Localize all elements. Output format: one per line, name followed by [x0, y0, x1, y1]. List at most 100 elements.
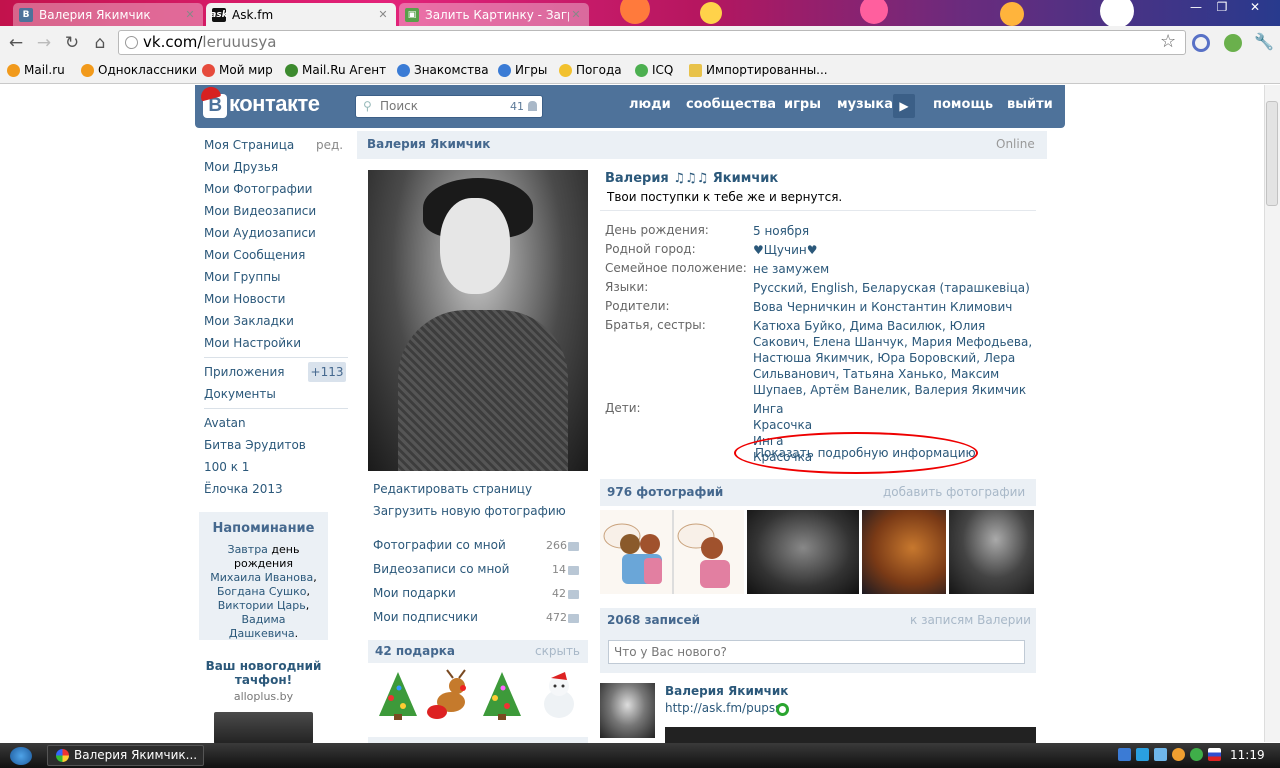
bookmark-item[interactable]: ICQ: [635, 63, 673, 77]
edit-page-link[interactable]: Редактировать страницу: [373, 482, 532, 496]
nav-games[interactable]: игры: [784, 97, 821, 112]
upload-photo-link[interactable]: Загрузить новую фотографию: [373, 504, 566, 518]
menu-friends[interactable]: Мои Друзья: [204, 160, 278, 174]
reminder-person-link[interactable]: Виктории Царь: [218, 599, 306, 612]
wall-post-input[interactable]: Что у Вас нового?: [608, 640, 1025, 664]
reminder-person-link[interactable]: Богдана Сушко: [217, 585, 306, 598]
menu-my-page[interactable]: Моя Страница: [204, 138, 294, 152]
taskbar-window-button[interactable]: Валерия Якимчик...: [47, 745, 204, 766]
language-flag-icon[interactable]: [1208, 748, 1221, 761]
tray-icon[interactable]: [1136, 748, 1149, 761]
bookmark-item[interactable]: Игры: [498, 63, 547, 77]
edit-link[interactable]: ред.: [316, 138, 343, 152]
nav-logout[interactable]: выйти: [1007, 97, 1053, 112]
tab-askfm[interactable]: ask Ask.fm ✕: [206, 3, 396, 26]
my-followers-link[interactable]: Мои подписчики: [373, 610, 478, 624]
nav-music[interactable]: музыка: [837, 97, 893, 112]
post-avatar[interactable]: [600, 683, 655, 738]
menu-videos[interactable]: Мои Видеозаписи: [204, 204, 316, 218]
add-photos-link[interactable]: добавить фотографии: [883, 485, 1025, 499]
menu-audios[interactable]: Мои Аудиозаписи: [204, 226, 316, 240]
ad-image[interactable]: [214, 712, 313, 744]
tab-image-host[interactable]: ▣ Залить Картинку - Загру: ✕: [399, 3, 589, 26]
post-link[interactable]: http://ask.fm/pupss: [665, 701, 781, 715]
reminder-person-link[interactable]: Вадима Дашкевича: [229, 613, 295, 640]
menu-news[interactable]: Мои Новости: [204, 292, 285, 306]
gifts-title[interactable]: 42 подарка: [375, 644, 455, 658]
info-value[interactable]: Русский, English, Беларуская (тарашкевіц…: [753, 280, 1033, 296]
bookmark-item[interactable]: Одноклассники: [81, 63, 197, 77]
bookmark-item[interactable]: Mail.Ru Агент: [285, 63, 386, 77]
reindeer-gift-icon[interactable]: [425, 668, 471, 722]
address-bar[interactable]: vk.com/leruuusya: [118, 30, 1186, 55]
photo-thumbnail[interactable]: [600, 510, 744, 594]
maximize-icon[interactable]: ❐: [1210, 0, 1234, 16]
back-icon[interactable]: ←: [5, 33, 27, 53]
menu-apps[interactable]: Приложения: [204, 365, 285, 379]
photo-thumbnail[interactable]: [747, 510, 859, 594]
christmas-tree-gift-icon[interactable]: [479, 668, 525, 722]
tab-vk[interactable]: B Валерия Якимчик ✕: [13, 3, 203, 26]
home-icon[interactable]: ⌂: [89, 33, 111, 53]
polar-bear-gift-icon[interactable]: [535, 668, 581, 722]
tray-icon[interactable]: [1154, 748, 1167, 761]
reminder-tomorrow-link[interactable]: Завтра: [228, 543, 268, 556]
photos-title[interactable]: 976 фотографий: [607, 485, 723, 499]
menu-app-100k1[interactable]: 100 к 1: [204, 460, 249, 474]
menu-photos[interactable]: Мои Фотографии: [204, 182, 312, 196]
menu-settings[interactable]: Мои Настройки: [204, 336, 301, 350]
profile-status[interactable]: Твои поступки к тебе же и вернутся.: [607, 190, 842, 204]
extension-icon[interactable]: [1224, 34, 1242, 52]
videos-with-me-link[interactable]: Видеозаписи со мной: [373, 562, 509, 576]
info-value[interactable]: Катюха Буйко, Дима Василюк, Юлия Сакович…: [753, 318, 1033, 398]
gifts-hide-link[interactable]: скрыть: [535, 644, 580, 658]
info-value[interactable]: ♥Щучин♥: [753, 242, 1033, 258]
bookmark-item[interactable]: Погода: [559, 63, 622, 77]
extension-icon[interactable]: [1192, 34, 1210, 52]
bookmark-item[interactable]: Знакомства: [397, 63, 489, 77]
forward-icon[interactable]: →: [33, 33, 55, 53]
menu-documents[interactable]: Документы: [204, 387, 276, 401]
close-icon[interactable]: ✕: [376, 8, 390, 21]
minimize-icon[interactable]: —: [1184, 0, 1208, 16]
wall-title[interactable]: 2068 записей: [607, 613, 700, 627]
apps-count-badge[interactable]: +113: [308, 362, 346, 382]
close-window-icon[interactable]: ✕: [1243, 0, 1267, 16]
menu-groups[interactable]: Мои Группы: [204, 270, 281, 284]
close-icon[interactable]: ✕: [183, 8, 197, 21]
tray-icon[interactable]: [1118, 748, 1131, 761]
photo-thumbnail[interactable]: [862, 510, 946, 594]
menu-bookmarks[interactable]: Мои Закладки: [204, 314, 294, 328]
christmas-tree-gift-icon[interactable]: [375, 668, 421, 722]
profile-avatar[interactable]: [368, 170, 588, 471]
play-icon[interactable]: ▶: [893, 94, 915, 118]
photo-thumbnail[interactable]: [949, 510, 1034, 594]
menu-app-avatan[interactable]: Avatan: [204, 416, 246, 430]
ad-title[interactable]: Ваш новогодний тачфон!: [199, 659, 328, 687]
nav-people[interactable]: люди: [629, 97, 671, 112]
nav-help[interactable]: помощь: [933, 97, 993, 112]
reload-icon[interactable]: ↻: [61, 33, 83, 53]
close-icon[interactable]: ✕: [569, 8, 583, 21]
tray-icon[interactable]: [1190, 748, 1203, 761]
bookmark-item[interactable]: Импортированны...: [689, 63, 828, 77]
nav-communities[interactable]: сообщества: [686, 97, 776, 112]
menu-app-yolochka[interactable]: Ёлочка 2013: [204, 482, 283, 496]
info-value[interactable]: Вова Черничкин и Константин Климович: [753, 299, 1033, 315]
photos-with-me-link[interactable]: Фотографии со мной: [373, 538, 506, 552]
reminder-person-link[interactable]: Михаила Иванова: [210, 571, 313, 584]
search-input[interactable]: ⚲ Поиск 41: [355, 95, 543, 118]
my-gifts-link[interactable]: Мои подарки: [373, 586, 456, 600]
bookmark-item[interactable]: Мой мир: [202, 63, 273, 77]
wrench-icon[interactable]: 🔧: [1254, 32, 1274, 51]
bookmark-item[interactable]: Mail.ru: [7, 63, 65, 77]
menu-app-erudites[interactable]: Битва Эрудитов: [204, 438, 306, 452]
start-button[interactable]: [10, 747, 32, 765]
menu-messages[interactable]: Мои Сообщения: [204, 248, 305, 262]
tray-icon[interactable]: [1172, 748, 1185, 761]
info-value[interactable]: 5 ноября: [753, 223, 1033, 239]
bookmark-star-icon[interactable]: ☆: [1160, 31, 1176, 52]
show-more-info-link[interactable]: Показать подробную информацию: [755, 446, 976, 460]
post-author[interactable]: Валерия Якимчик: [665, 684, 788, 698]
wall-owner-posts-link[interactable]: к записям Валерии: [910, 613, 1031, 627]
